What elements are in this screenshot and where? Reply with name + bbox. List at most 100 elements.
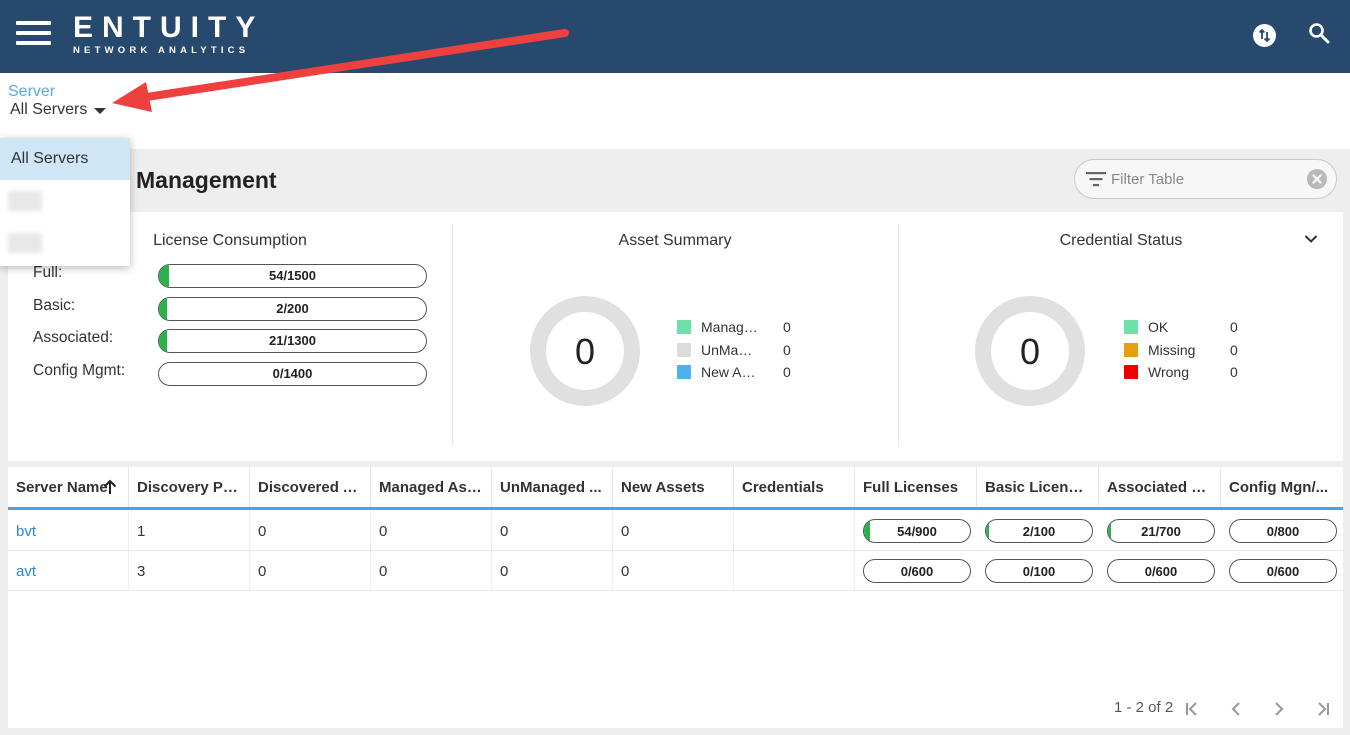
redacted-label <box>8 191 42 211</box>
sort-ascending-icon[interactable] <box>103 479 117 495</box>
chevron-down-icon[interactable] <box>1304 234 1318 244</box>
last-page-icon[interactable] <box>1313 699 1333 719</box>
search-icon[interactable] <box>1308 22 1330 44</box>
page-title: Management <box>136 167 277 193</box>
table-pagination: 1 - 2 of 2 <box>8 695 1343 721</box>
entuity-logo: ENTUITY NETWORK ANALYTICS <box>73 11 265 57</box>
column-header-label: Server Name <box>16 479 108 496</box>
filter-table-input[interactable] <box>1111 168 1301 190</box>
new-assets-cell: 0 <box>613 511 734 550</box>
column-header-unmanaged[interactable]: UnManaged ... <box>492 467 613 507</box>
credential-status-title: Credential Status <box>1059 232 1183 249</box>
license-text-basic: 2/200 <box>276 301 309 316</box>
license-text-config: 0/1400 <box>272 366 313 381</box>
server-label: Server <box>8 83 56 100</box>
license-text-full: 54/1500 <box>269 268 316 283</box>
next-page-icon[interactable] <box>1269 699 1289 719</box>
license-text: 0/100 <box>1022 564 1056 579</box>
legend-swatch <box>1124 343 1138 357</box>
asset-legend-unmanaged: UnMa… 0 <box>677 342 803 358</box>
license-text: 21/700 <box>1141 524 1181 539</box>
license-bar-associated: 21/1300 <box>158 329 427 353</box>
filter-table-box[interactable] <box>1074 159 1337 199</box>
legend-label: UnMa… <box>701 342 753 358</box>
server-dropdown[interactable]: All Servers <box>10 101 107 119</box>
summary-panel: License Consumption Full: 54/1500 Basic:… <box>8 212 1343 461</box>
legend-swatch <box>677 343 691 357</box>
basic-license-bar: 0/100 <box>985 559 1093 583</box>
legend-value: 0 <box>783 319 791 335</box>
server-option-redacted[interactable] <box>0 180 130 222</box>
config-license-bar: 0/600 <box>1229 559 1337 583</box>
caret-down-icon <box>94 108 107 114</box>
server-option-label: All Servers <box>11 150 89 167</box>
server-name-link[interactable]: avt <box>8 551 129 590</box>
full-license-bar: 54/900 <box>863 519 971 543</box>
column-header-server-name[interactable]: Server Name <box>8 467 129 507</box>
logo-tagline: NETWORK ANALYTICS <box>73 45 250 56</box>
credentials-cell <box>734 551 855 590</box>
unmanaged-cell: 0 <box>492 551 613 590</box>
asset-summary-total: 0 <box>574 331 596 372</box>
basic-license-bar: 2/100 <box>985 519 1093 543</box>
new-assets-cell: 0 <box>613 551 734 590</box>
managed-cell: 0 <box>371 511 492 550</box>
server-option-all[interactable]: All Servers <box>0 138 130 180</box>
sync-icon[interactable] <box>1253 24 1276 47</box>
server-name-link[interactable]: bvt <box>8 511 129 550</box>
license-consumption-title: License Consumption <box>153 232 307 249</box>
license-text: 0/600 <box>1266 564 1300 579</box>
column-header-associated-licenses[interactable]: Associated Li... <box>1099 467 1221 507</box>
column-header-full-licenses[interactable]: Full Licenses <box>855 467 977 507</box>
server-option-redacted[interactable] <box>0 222 130 264</box>
license-bar-full: 54/1500 <box>158 264 427 288</box>
license-label-associated: Associated: <box>33 329 114 346</box>
section-divider <box>452 224 453 446</box>
column-header-discovered[interactable]: Discovered A... <box>250 467 371 507</box>
config-license-bar: 0/800 <box>1229 519 1337 543</box>
legend-label: Wrong <box>1148 364 1189 380</box>
license-bar-basic: 2/200 <box>158 297 427 321</box>
hamburger-menu-icon[interactable] <box>16 21 51 45</box>
asset-legend-new: New A… 0 <box>677 364 803 380</box>
credential-legend-missing: Missing 0 <box>1124 342 1250 358</box>
credential-legend-wrong: Wrong 0 <box>1124 364 1250 380</box>
legend-swatch <box>1124 320 1138 334</box>
unmanaged-cell: 0 <box>492 511 613 550</box>
associated-license-bar: 21/700 <box>1107 519 1215 543</box>
asset-summary-title: Asset Summary <box>618 232 732 249</box>
clear-filter-icon[interactable] <box>1307 169 1327 189</box>
first-page-icon[interactable] <box>1182 699 1202 719</box>
column-header-credentials[interactable]: Credentials <box>734 467 855 507</box>
column-header-config-mgmt[interactable]: Config Mgn/... <box>1221 467 1343 507</box>
server-dropdown-value: All Servers <box>10 101 88 118</box>
license-text-associated: 21/1300 <box>269 333 316 348</box>
legend-label: Missing <box>1148 342 1196 358</box>
column-header-managed[interactable]: Managed Ass... <box>371 467 492 507</box>
license-label-config: Config Mgmt: <box>33 362 126 379</box>
license-label-basic: Basic: <box>33 297 76 314</box>
discovery-cell: 1 <box>129 511 250 550</box>
table-header: Server Name Discovery Pro... Discovered … <box>8 467 1343 510</box>
legend-value: 0 <box>783 342 791 358</box>
full-license-bar: 0/600 <box>863 559 971 583</box>
logo-wordmark: ENTUITY <box>73 11 265 44</box>
license-text: 54/900 <box>897 524 937 539</box>
legend-swatch <box>1124 365 1138 379</box>
column-header-discovery[interactable]: Discovery Pro... <box>129 467 250 507</box>
legend-label: OK <box>1148 319 1169 335</box>
discovered-cell: 0 <box>250 551 371 590</box>
asset-legend-managed: Manag… 0 <box>677 319 803 335</box>
associated-license-bar: 0/600 <box>1107 559 1215 583</box>
server-dropdown-menu: All Servers <box>0 138 130 266</box>
license-text: 0/600 <box>900 564 934 579</box>
previous-page-icon[interactable] <box>1226 699 1246 719</box>
table-row: bvt 1 0 0 0 0 54/900 2/100 21/700 0/800 <box>8 511 1343 551</box>
license-text: 0/600 <box>1144 564 1178 579</box>
managed-cell: 0 <box>371 551 492 590</box>
column-header-basic-licenses[interactable]: Basic Licenses <box>977 467 1099 507</box>
column-header-new-assets[interactable]: New Assets <box>613 467 734 507</box>
credential-legend-ok: OK 0 <box>1124 319 1250 335</box>
section-divider <box>898 224 899 446</box>
discovered-cell: 0 <box>250 511 371 550</box>
